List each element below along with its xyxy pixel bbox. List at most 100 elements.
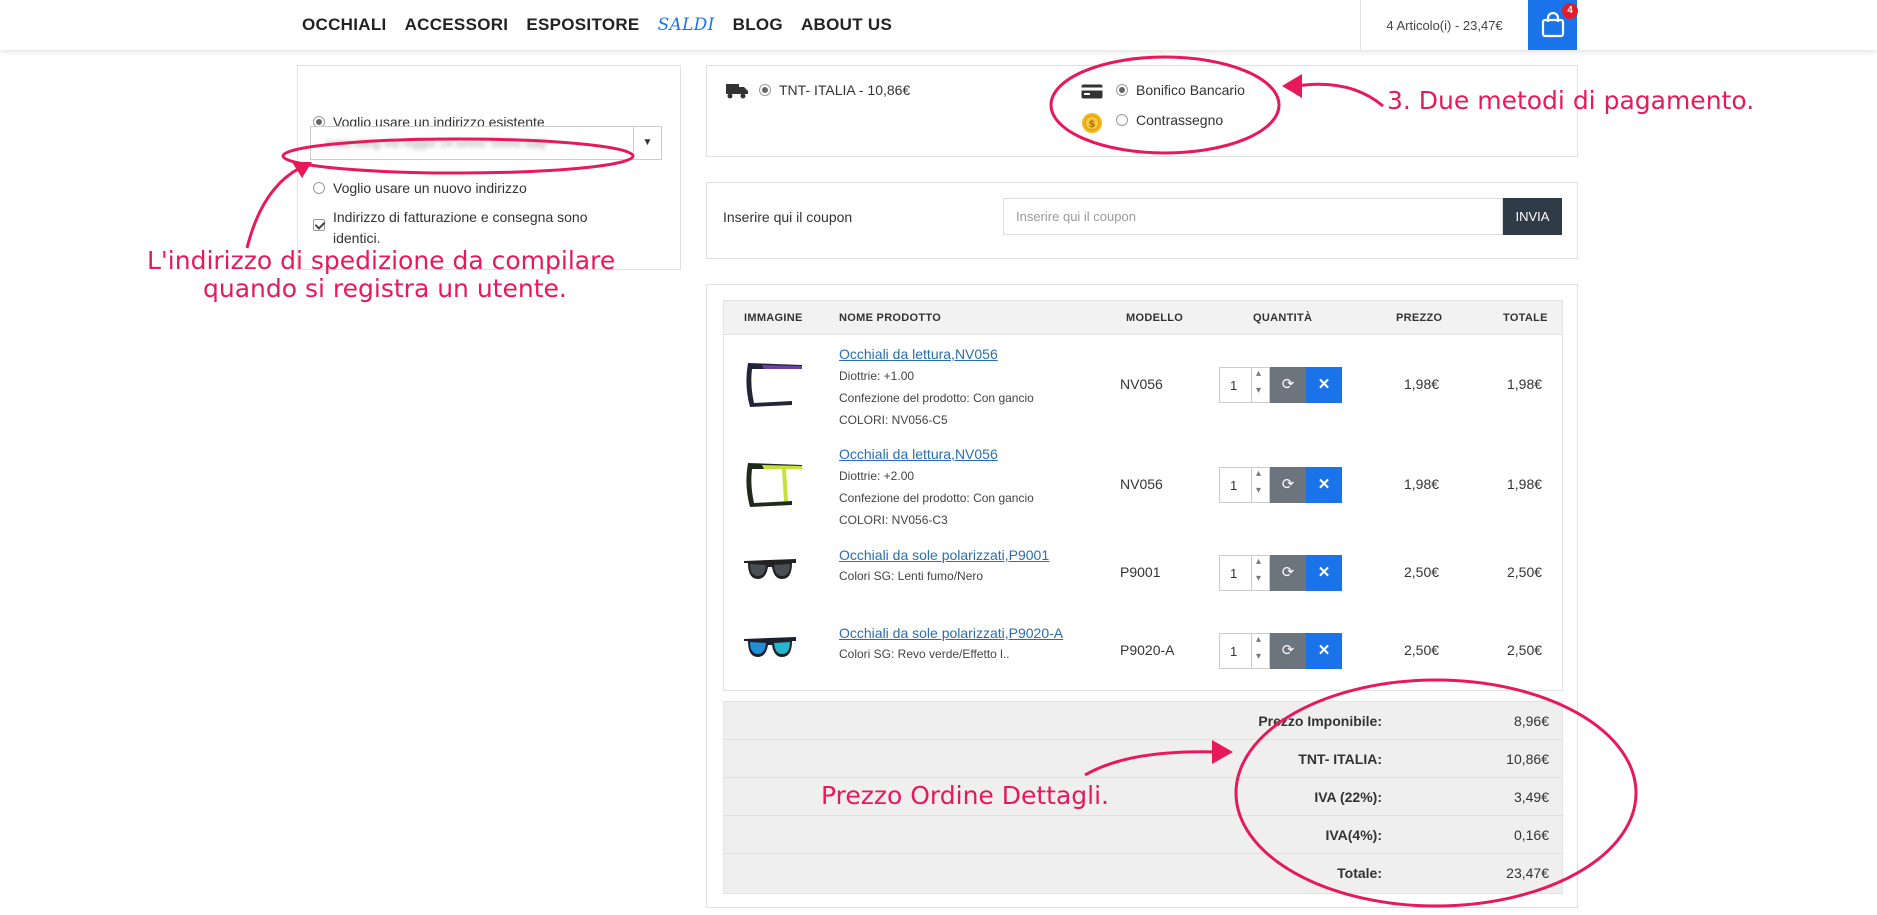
option-new-address[interactable]: Voglio usare un nuovo indirizzo	[313, 180, 527, 196]
svg-text:$: $	[1089, 119, 1096, 130]
coupon-label: Inserire qui il coupon	[723, 209, 853, 225]
coupon-panel: Inserire qui il coupon INVIA	[706, 182, 1578, 259]
header-modello: MODELLO	[1126, 312, 1184, 324]
quantity-stepper[interactable]: 1	[1219, 555, 1270, 591]
shipping-option[interactable]: TNT- ITALIA - 10,86€	[759, 82, 910, 98]
address-annotation-line1: L'indirizzo di spedizione da compilare	[147, 246, 616, 275]
contrassegno-label: Contrassegno	[1136, 112, 1224, 128]
nav-occhiali[interactable]: OCCHIALI	[302, 15, 387, 35]
product-total: 1,98€	[1507, 376, 1543, 392]
nav-espositore[interactable]: ESPOSITORE	[526, 15, 639, 35]
product-model: P9020-A	[1120, 642, 1175, 658]
refresh-button[interactable]: ⟳	[1270, 555, 1306, 591]
payment-option-contrassegno[interactable]: Contrassegno	[1116, 112, 1223, 128]
payment-annotation: 3. Due metodi di pagamento.	[1387, 86, 1755, 115]
product-name-link[interactable]: Occhiali da sole polarizzati,P9001	[839, 547, 1049, 563]
nav-saldi[interactable]: SALDI	[658, 15, 715, 35]
truck-icon	[726, 84, 748, 99]
product-total: 2,50€	[1507, 642, 1543, 658]
shopping-bag-icon	[1541, 12, 1565, 38]
coupon-input[interactable]	[1003, 198, 1503, 235]
product-model: NV056	[1120, 476, 1163, 492]
product-option: Confezione del prodotto: Con gancio	[839, 491, 1034, 505]
product-price: 1,98€	[1404, 476, 1440, 492]
product-option: COLORI: NV056-C3	[839, 513, 948, 527]
product-option: Colori SG: Lenti fumo/Nero	[839, 569, 984, 583]
product-option: Diottrie: +1.00	[839, 369, 915, 383]
quantity-stepper[interactable]: 1	[1219, 633, 1270, 669]
quantity-value: 1	[1230, 378, 1238, 393]
nav-blog[interactable]: BLOG	[733, 15, 783, 35]
totals-row: Totale: 23,47€	[724, 854, 1562, 893]
refresh-icon: ⟳	[1281, 642, 1295, 659]
totals-label: Prezzo Imponibile:	[1258, 713, 1382, 729]
close-icon: ✕	[1317, 564, 1331, 581]
contrassegno-radio[interactable]	[1116, 114, 1128, 126]
remove-button[interactable]: ✕	[1306, 367, 1342, 403]
bonifico-radio[interactable]	[1116, 84, 1128, 96]
nav-accessori[interactable]: ACCESSORI	[405, 15, 509, 35]
product-name-link[interactable]: Occhiali da sole polarizzati,P9020-A	[839, 625, 1063, 641]
address-select[interactable]: zuua song via reggio 14 torino Torino It…	[310, 126, 662, 160]
same-address-checkbox[interactable]	[313, 219, 325, 231]
new-address-radio[interactable]	[313, 182, 325, 194]
table-row: Occhiali da lettura,NV056 Diottrie: +1.0…	[724, 335, 1562, 435]
same-address-option[interactable]: Indirizzo di fatturazione e consegna son…	[313, 207, 633, 249]
dropdown-arrow-icon[interactable]: ▼	[633, 127, 661, 159]
quantity-value: 1	[1230, 644, 1238, 659]
totals-label: IVA (22%):	[1314, 789, 1382, 805]
cart-panel: IMMAGINE NOME PRODOTTO MODELLO QUANTITÀ …	[706, 284, 1578, 908]
cart-count-badge: 4	[1562, 3, 1578, 19]
same-address-label: Indirizzo di fatturazione e consegna son…	[333, 209, 588, 246]
close-icon: ✕	[1317, 476, 1331, 493]
product-model: P9001	[1120, 564, 1161, 580]
address-panel: Voglio usare un indirizzo esistente zuua…	[297, 65, 681, 270]
remove-button[interactable]: ✕	[1306, 467, 1342, 503]
totals-row: IVA(4%): 0,16€	[724, 816, 1562, 854]
quantity-value: 1	[1230, 566, 1238, 581]
nav-about-us[interactable]: ABOUT US	[801, 15, 892, 35]
coupon-submit-button[interactable]: INVIA	[1503, 198, 1562, 235]
quantity-stepper[interactable]: 1	[1219, 467, 1270, 503]
totals-value: 23,47€	[1506, 865, 1549, 881]
product-image[interactable]	[742, 633, 798, 667]
totals-label: TNT- ITALIA:	[1298, 751, 1382, 767]
totals-row: TNT- ITALIA: 10,86€	[724, 740, 1562, 778]
refresh-button[interactable]: ⟳	[1270, 367, 1306, 403]
refresh-button[interactable]: ⟳	[1270, 467, 1306, 503]
shipping-radio[interactable]	[759, 84, 771, 96]
totals-value: 10,86€	[1506, 751, 1549, 767]
product-image[interactable]	[742, 357, 806, 411]
address-select-value: zuua song via reggio 14 torino Torino It…	[325, 136, 547, 150]
product-option: Confezione del prodotto: Con gancio	[839, 391, 1034, 405]
quantity-spinner-icon[interactable]	[1251, 368, 1269, 402]
product-price: 1,98€	[1404, 376, 1440, 392]
cart-button[interactable]: 4	[1528, 0, 1578, 50]
refresh-icon: ⟳	[1281, 376, 1295, 393]
totals-row: Prezzo Imponibile: 8,96€	[724, 702, 1562, 740]
totals-value: 8,96€	[1513, 713, 1549, 729]
product-name-link[interactable]: Occhiali da lettura,NV056	[839, 346, 998, 362]
product-name-link[interactable]: Occhiali da lettura,NV056	[839, 446, 998, 462]
remove-button[interactable]: ✕	[1306, 633, 1342, 669]
table-row: Occhiali da sole polarizzati,P9001 Color…	[724, 535, 1562, 613]
quantity-spinner-icon[interactable]	[1251, 634, 1269, 668]
header-prezzo: PREZZO	[1396, 312, 1443, 324]
refresh-button[interactable]: ⟳	[1270, 633, 1306, 669]
header-totale: TOTALE	[1503, 312, 1548, 324]
product-image[interactable]	[742, 555, 798, 589]
close-icon: ✕	[1317, 642, 1331, 659]
header-nome-prodotto: NOME PRODOTTO	[839, 312, 942, 324]
quantity-stepper[interactable]: 1	[1219, 367, 1270, 403]
shipping-method-label: TNT- ITALIA - 10,86€	[779, 82, 911, 98]
product-option: Diottrie: +2.00	[839, 469, 915, 483]
payment-option-bonifico[interactable]: Bonifico Bancario	[1116, 82, 1245, 98]
cart-summary[interactable]: 4 Articolo(i) - 23,47€	[1360, 0, 1528, 50]
product-price: 2,50€	[1404, 564, 1440, 580]
totals-annotation: Prezzo Ordine Dettagli.	[821, 781, 1110, 810]
remove-button[interactable]: ✕	[1306, 555, 1342, 591]
quantity-spinner-icon[interactable]	[1251, 468, 1269, 502]
quantity-spinner-icon[interactable]	[1251, 556, 1269, 590]
product-image[interactable]	[742, 457, 806, 511]
credit-card-icon	[1081, 84, 1103, 99]
